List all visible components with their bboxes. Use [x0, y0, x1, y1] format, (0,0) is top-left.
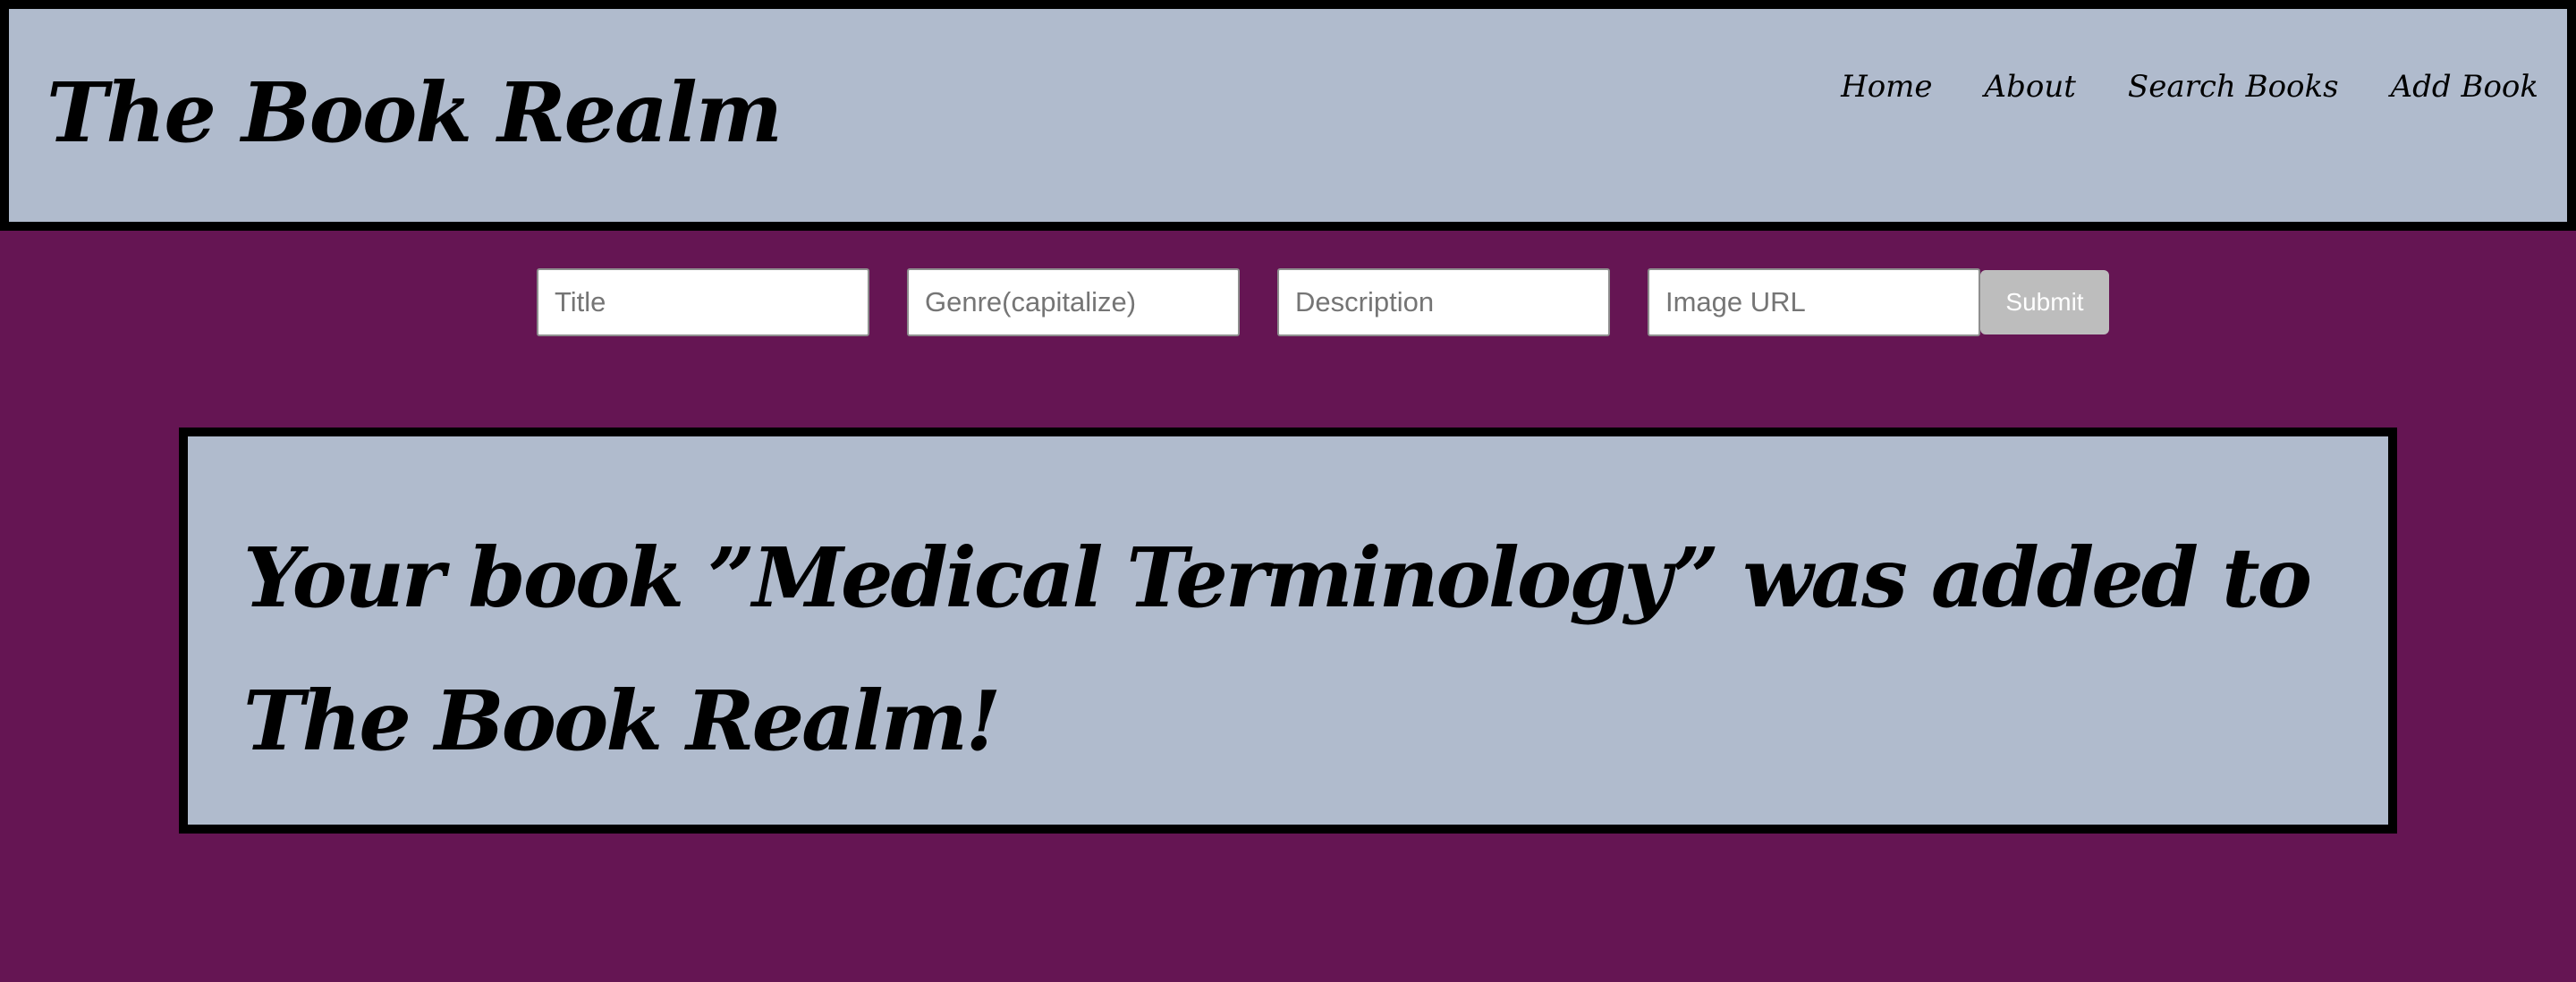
- add-book-form: Submit: [537, 268, 2109, 336]
- image-url-input[interactable]: [1648, 268, 1980, 336]
- nav-link-about[interactable]: About: [1985, 72, 2076, 102]
- nav-link-add-book[interactable]: Add Book: [2391, 72, 2538, 102]
- confirmation-message: Your book ”Medical Terminology” was adde…: [243, 529, 2312, 769]
- confirmation-message-box: Your book ”Medical Terminology” was adde…: [179, 428, 2397, 834]
- genre-input[interactable]: [907, 268, 1240, 336]
- site-header: The Book Realm Home About Search Books A…: [0, 0, 2576, 231]
- submit-button[interactable]: Submit: [1980, 270, 2109, 334]
- nav-link-search-books[interactable]: Search Books: [2128, 72, 2339, 102]
- site-title: The Book Realm: [47, 64, 783, 161]
- nav-link-home[interactable]: Home: [1841, 72, 1932, 102]
- title-input[interactable]: [537, 268, 869, 336]
- description-input[interactable]: [1277, 268, 1610, 336]
- main-nav: Home About Search Books Add Book: [1841, 72, 2538, 102]
